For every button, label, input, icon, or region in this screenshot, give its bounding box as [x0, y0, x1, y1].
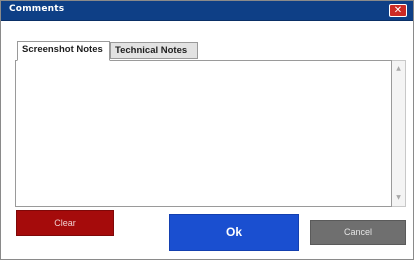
- comments-dialog: Comments ✕ Screenshot Notes Technical No…: [0, 0, 414, 260]
- scroll-down-icon[interactable]: ▼: [392, 192, 405, 204]
- notes-text-area[interactable]: [15, 60, 392, 207]
- notes-scrollbar[interactable]: ▲ ▼: [392, 60, 406, 207]
- title-bar[interactable]: Comments ✕: [1, 1, 413, 21]
- tab-technical-notes[interactable]: Technical Notes: [110, 42, 198, 59]
- ok-button[interactable]: Ok: [169, 214, 299, 251]
- close-button[interactable]: ✕: [389, 4, 407, 17]
- dialog-title: Comments: [9, 4, 65, 14]
- close-icon: ✕: [393, 5, 403, 16]
- cancel-button[interactable]: Cancel: [310, 220, 406, 245]
- scroll-up-icon[interactable]: ▲: [392, 63, 405, 75]
- tab-screenshot-notes[interactable]: Screenshot Notes: [17, 41, 110, 61]
- clear-button[interactable]: Clear: [16, 210, 114, 236]
